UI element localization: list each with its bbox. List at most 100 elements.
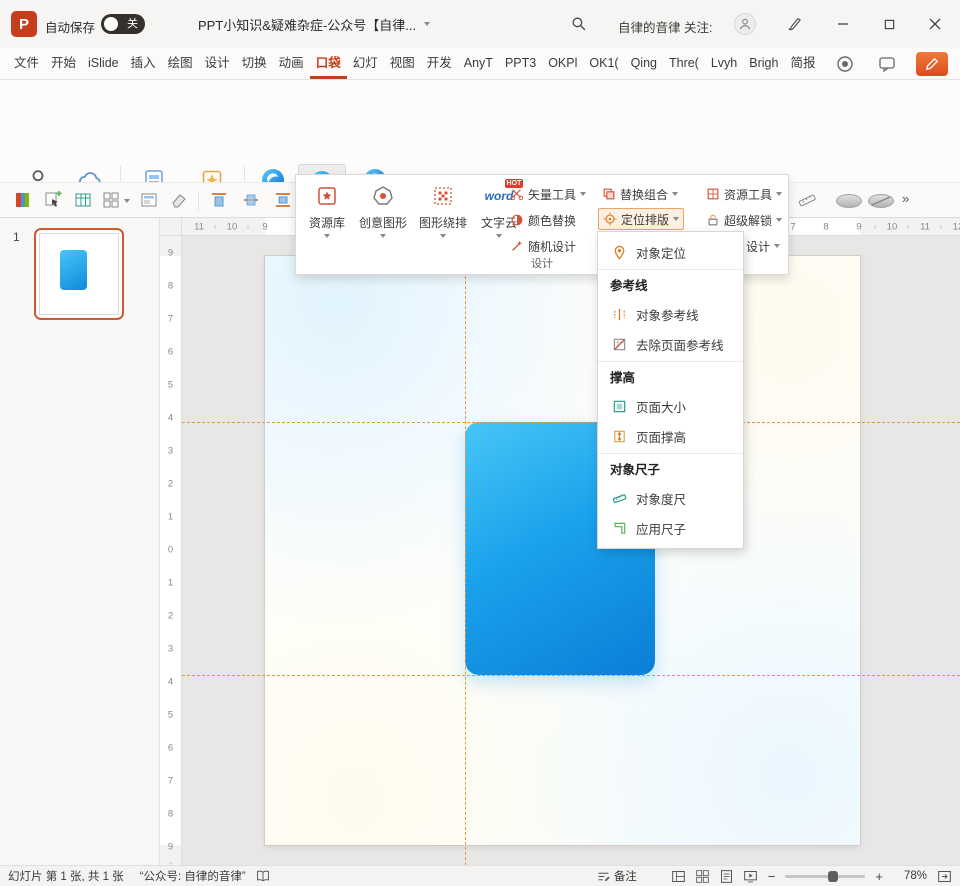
ribbon-tab-plugin-qing[interactable]: Qing <box>625 48 663 79</box>
toolbar-grid-icon[interactable] <box>102 191 122 211</box>
ribbon-tab-plugin-brigh[interactable]: Brigh <box>743 48 784 79</box>
zoom-out-button[interactable]: − <box>768 870 776 883</box>
ruler-number: 4 <box>168 677 173 688</box>
ribbon-tab-plugin-ok10[interactable]: OK1( <box>583 48 624 79</box>
autosave-state: 关 <box>127 17 138 31</box>
toolbar-distribute-icon[interactable] <box>274 191 294 211</box>
avatar[interactable] <box>734 13 756 35</box>
toolbar-paste-icon[interactable] <box>44 191 64 211</box>
shape-style-oval-2[interactable] <box>868 194 894 208</box>
close-button[interactable] <box>914 0 956 48</box>
guide-horizontal-top[interactable] <box>182 422 960 423</box>
ribbon-tab-transitions[interactable]: 切换 <box>236 48 273 79</box>
ribbon-tab-animations[interactable]: 动画 <box>273 48 310 79</box>
fit-window-button[interactable] <box>937 869 952 884</box>
menu-header-object-ruler: 对象尺子 <box>598 453 743 483</box>
ribbon-tab-plugin-thre[interactable]: Thre( <box>663 48 705 79</box>
flyout-item-color-replace[interactable]: 颜色替换 <box>506 209 580 231</box>
notes-button[interactable]: 备注 <box>597 868 637 884</box>
ribbon-tab-design[interactable]: 设计 <box>199 48 236 79</box>
ribbon-tab-home[interactable]: 开始 <box>45 48 82 79</box>
autosave-label: 自动保存 <box>45 17 95 36</box>
ruler-number: 5 <box>168 380 173 391</box>
menu-item-remove-page-guides[interactable]: 去除页面参考线 <box>598 329 743 359</box>
menu-item-object-guides[interactable]: 对象参考线 <box>598 299 743 329</box>
zoom-slider[interactable] <box>785 875 865 878</box>
ruler-number: 11 <box>920 221 930 232</box>
search-icon[interactable] <box>570 15 587 32</box>
ribbon-tab-draw[interactable]: 绘图 <box>162 48 199 79</box>
document-title[interactable]: PPT小知识&疑难杂症-公众号【自律... <box>198 0 430 48</box>
toolbar-measure-icon[interactable] <box>798 191 818 211</box>
view-slideshow-button[interactable] <box>743 869 758 884</box>
ribbon-tab-developer[interactable]: 开发 <box>421 48 458 79</box>
toolbar-overflow-button[interactable]: » <box>902 191 909 206</box>
maximize-button[interactable] <box>868 0 910 48</box>
zoom-level[interactable]: 78% <box>893 870 927 882</box>
record-icon[interactable] <box>836 55 854 73</box>
view-normal-button[interactable] <box>671 869 686 884</box>
ribbon-tab-plugin-okpl[interactable]: OKPl <box>542 48 583 79</box>
flyout-item-label: 颜色替换 <box>528 212 576 229</box>
ribbon-tab-plugin-lvyh[interactable]: Lvyh <box>705 48 743 79</box>
ribbon-tab-islide[interactable]: iSlide <box>82 48 125 79</box>
autosave-toggle[interactable]: 关 <box>101 14 145 34</box>
toolbar-align-top-icon[interactable] <box>210 191 230 211</box>
share-edit-button[interactable] <box>916 52 948 76</box>
zoom-in-button[interactable]: + <box>875 870 883 883</box>
slide-canvas-area[interactable] <box>182 236 960 865</box>
powerpoint-logo-icon[interactable]: P <box>11 11 37 37</box>
flyout-item-label: 矢量工具 <box>528 186 576 203</box>
toolbar-layout-icon[interactable] <box>140 191 160 211</box>
ribbon-tab-file[interactable]: 文件 <box>8 48 45 79</box>
menu-item-page-size[interactable]: 页面大小 <box>598 391 743 421</box>
vector-tools-icon <box>510 187 524 201</box>
flyout-item-design[interactable]: 设计 <box>742 235 784 257</box>
toolbar-eraser-icon[interactable] <box>170 191 190 211</box>
format-brush-icon[interactable] <box>786 15 803 32</box>
minimize-button[interactable] <box>822 0 864 48</box>
ribbon-tab-plugin-anyt[interactable]: AnyT <box>458 48 499 79</box>
ruler-number: 2 <box>168 611 173 622</box>
ruler-number: 6 <box>168 347 173 358</box>
flyout-item-position-layout[interactable]: 定位排版 <box>598 208 684 230</box>
flyout-item-vector-tools[interactable]: 矢量工具 <box>506 183 590 205</box>
flyout-item-super-unlock[interactable]: 超级解锁 <box>702 209 786 231</box>
user-info: 自律的音律 关注: <box>618 17 712 36</box>
ribbon-tab-slideshow[interactable]: 幻灯 <box>347 48 384 79</box>
guide-horizontal-bottom[interactable] <box>182 675 960 676</box>
ruler-number: 0 <box>168 545 173 556</box>
flyout-item-resource-tools[interactable]: 资源工具 <box>702 183 786 205</box>
view-sorter-button[interactable] <box>695 869 710 884</box>
toggle-knob-icon <box>104 17 118 31</box>
ribbon-tab-plugin-jianbao[interactable]: 简报 <box>784 48 821 79</box>
slide-thumbnail[interactable] <box>34 228 124 320</box>
replace-group-icon <box>602 187 616 201</box>
comments-icon[interactable] <box>878 55 896 73</box>
menu-item-object-position[interactable]: 对象定位 <box>598 237 743 267</box>
spellcheck-icon[interactable] <box>256 869 270 883</box>
menu-item-label: 对象参考线 <box>636 305 699 324</box>
view-reading-button[interactable] <box>719 869 734 884</box>
toolbar-theme-icon[interactable] <box>14 191 34 211</box>
toolbar-align-middle-icon[interactable] <box>242 191 262 211</box>
ribbon-tab-view[interactable]: 视图 <box>384 48 421 79</box>
shape-style-oval-1[interactable] <box>836 194 862 208</box>
status-slide-info: 幻灯片 第 1 张, 共 1 张 <box>8 868 124 884</box>
chevron-down-icon[interactable] <box>124 199 130 203</box>
ruler-number: 12 <box>953 221 960 232</box>
chevron-down-icon <box>774 244 780 248</box>
guide-vertical-left[interactable] <box>465 236 466 865</box>
ribbon-tab-pocket[interactable]: 口袋 <box>310 48 347 79</box>
flyout-item-random-design[interactable]: 随机设计 <box>506 235 580 257</box>
ruler-number: 9 <box>856 221 861 232</box>
ribbon-tab-insert[interactable]: 插入 <box>125 48 162 79</box>
menu-item-apply-ruler[interactable]: 应用尺子 <box>598 513 743 543</box>
menu-item-label: 应用尺子 <box>636 519 686 538</box>
menu-item-page-height[interactable]: 页面撑高 <box>598 421 743 451</box>
flyout-item-replace-group[interactable]: 替换组合 <box>598 183 682 205</box>
zoom-slider-knob[interactable] <box>828 871 838 882</box>
toolbar-table-icon[interactable] <box>74 191 94 211</box>
menu-item-object-measure[interactable]: 对象度尺 <box>598 483 743 513</box>
ribbon-tab-plugin-ppt[interactable]: PPT3 <box>499 48 542 79</box>
